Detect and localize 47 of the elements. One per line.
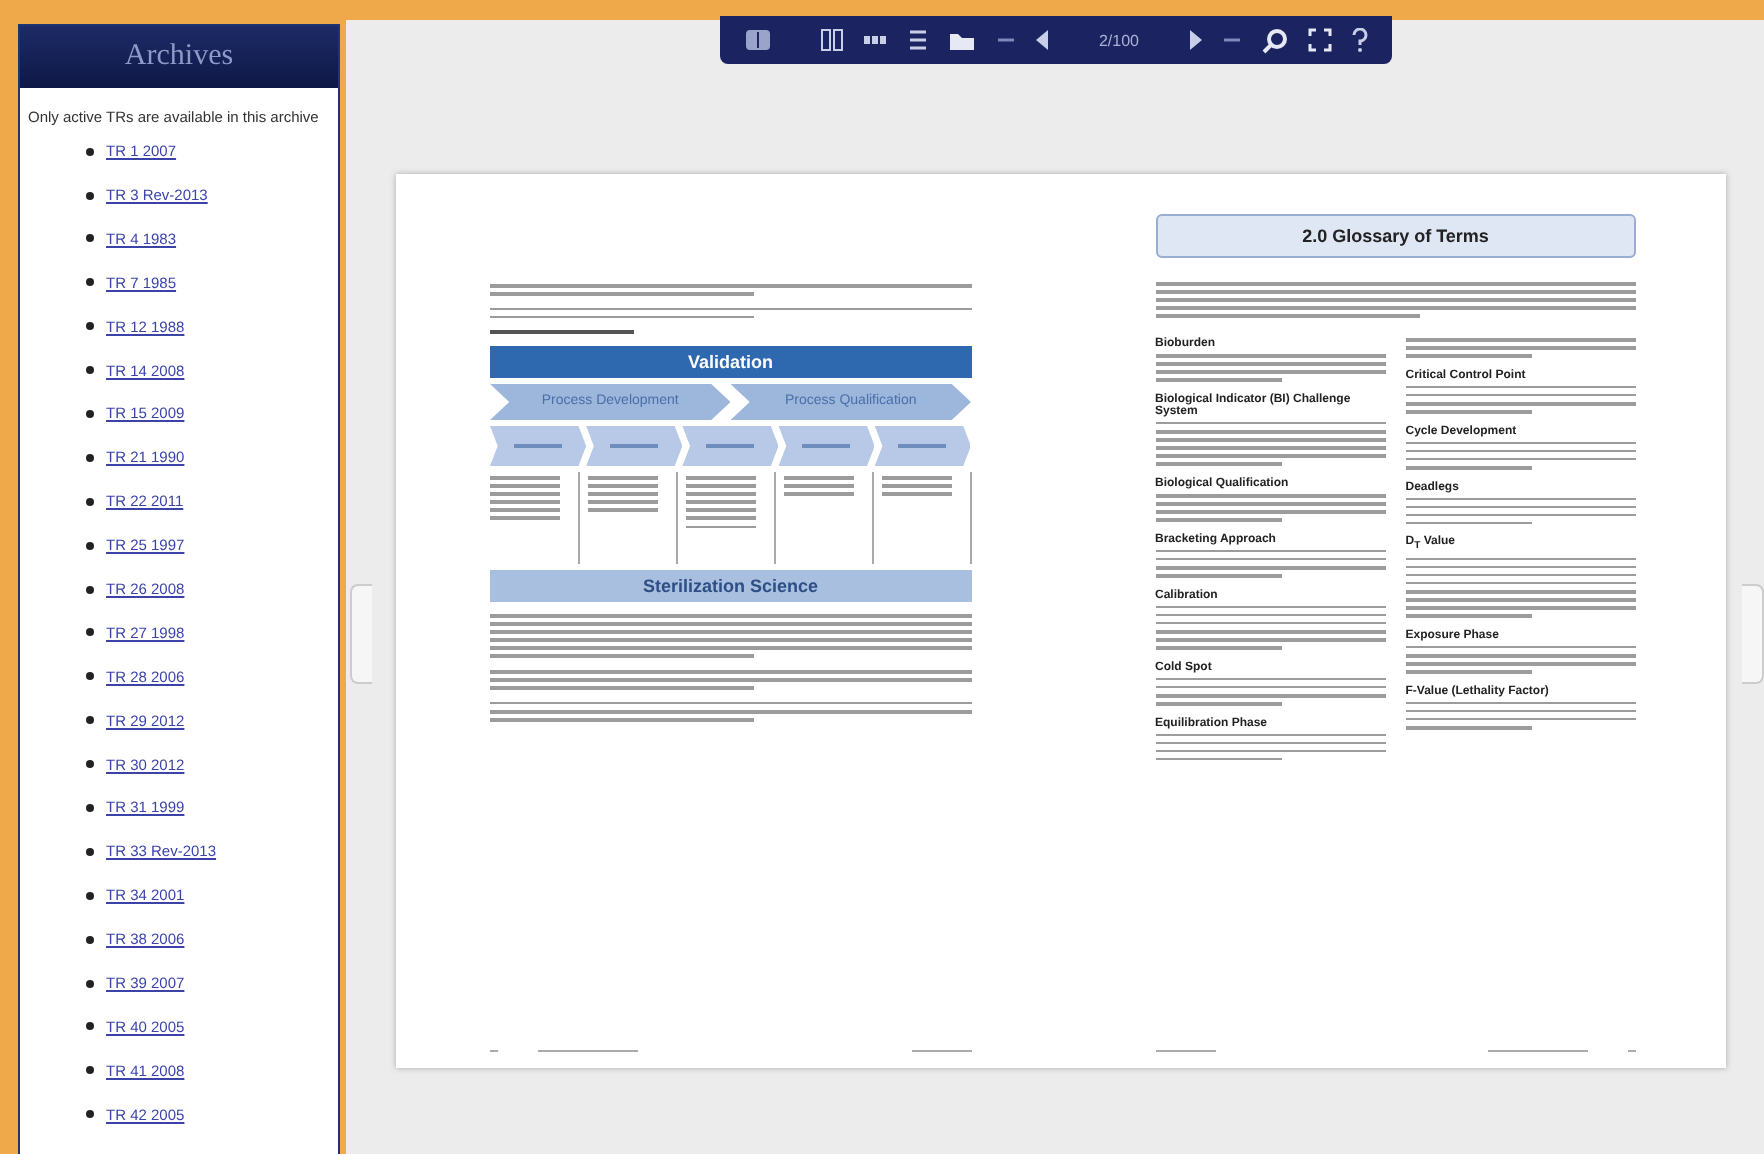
bullet-icon [86, 891, 94, 900]
bullet-icon [86, 278, 94, 287]
previous-icon[interactable] [1036, 30, 1051, 50]
bullet-icon [86, 453, 94, 462]
bullet-icon [86, 409, 94, 418]
page-number-field[interactable]: 2/100 [1070, 31, 1167, 49]
stage-chevron [778, 425, 875, 466]
bullet-icon [86, 366, 94, 375]
validation-banner: Validation [490, 345, 971, 378]
bullet-icon [86, 760, 94, 769]
thumbnails-icon[interactable] [864, 32, 889, 48]
stage-notes-drawing [881, 471, 972, 564]
bullet-icon [86, 672, 94, 681]
bullet-icon [86, 1066, 94, 1075]
stage-notes-drawing [587, 471, 678, 564]
stage-chevron [682, 425, 779, 466]
bullet-icon [86, 1022, 94, 1031]
bullet-icon [86, 1110, 94, 1119]
stage-chevron [490, 425, 587, 466]
stage-notes-drawing [783, 471, 874, 564]
list-icon[interactable] [908, 28, 929, 52]
fullscreen-icon[interactable] [1307, 28, 1331, 52]
stage-chevron [586, 425, 683, 466]
bullet-icon [86, 979, 94, 988]
next-icon[interactable] [1187, 30, 1201, 50]
bullet-icon [86, 628, 94, 637]
stage-notes-drawing [490, 471, 580, 564]
bullet-icon [86, 716, 94, 725]
bullet-icon [86, 847, 94, 856]
bullet-icon [86, 497, 94, 506]
bullet-icon [86, 234, 94, 243]
folder-icon[interactable] [948, 29, 977, 51]
bullet-icon [86, 147, 94, 156]
sidebar-title: Archives [20, 26, 338, 88]
bullet-icon [86, 541, 94, 550]
bullet-icon [86, 935, 94, 944]
bullet-icon [86, 191, 94, 200]
sterilization-banner: Sterilization Science [490, 569, 971, 602]
bullet-icon [86, 803, 94, 812]
bullet-icon [86, 322, 94, 331]
section-heading: 2.0 Glossary of Terms [1155, 214, 1636, 258]
search-icon[interactable] [1261, 27, 1287, 53]
help-icon[interactable] [1351, 28, 1367, 52]
stage-chevron [874, 425, 971, 466]
stage-notes-drawing [685, 471, 776, 564]
pages-icon[interactable] [820, 28, 845, 52]
bullet-icon [86, 585, 94, 594]
